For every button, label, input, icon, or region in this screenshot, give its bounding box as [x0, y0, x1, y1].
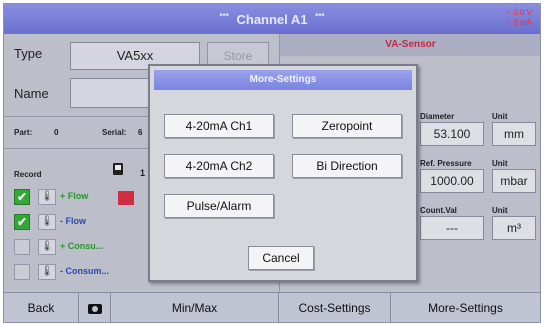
- camera-icon: [87, 304, 102, 314]
- status-voltage: ~ 0.0 V: [506, 8, 532, 17]
- camera-button[interactable]: [79, 293, 111, 322]
- bi-direction-button[interactable]: Bi Direction: [292, 154, 402, 178]
- more-settings-dialog: More-Settings 4-20mA Ch1 Zeropoint 4-20m…: [148, 64, 418, 282]
- back-button[interactable]: Back: [4, 293, 79, 322]
- footer-bar: Back Min/Max Cost-Settings More-Settings: [4, 292, 540, 322]
- title-stars-left: ***: [219, 12, 229, 21]
- cancel-button[interactable]: Cancel: [248, 246, 314, 270]
- cost-settings-button[interactable]: Cost-Settings: [279, 293, 391, 322]
- zeropoint-button[interactable]: Zeropoint: [292, 114, 402, 138]
- channel-title-text: Channel A1: [236, 12, 308, 27]
- dialog-title: More-Settings: [154, 70, 412, 90]
- more-settings-button[interactable]: More-Settings: [391, 293, 540, 322]
- output-status: ~ 0.0 V ~ 0 mA: [506, 8, 532, 28]
- min-max-button[interactable]: Min/Max: [111, 293, 279, 322]
- ch1-4-20ma-button[interactable]: 4-20mA Ch1: [164, 114, 274, 138]
- title-bar: *** Channel A1 *** ~ 0.0 V ~ 0 mA: [4, 4, 540, 34]
- title-stars-right: ***: [315, 12, 325, 21]
- channel-title: *** Channel A1 ***: [4, 12, 540, 27]
- pulse-alarm-button[interactable]: Pulse/Alarm: [164, 194, 274, 218]
- ch2-4-20ma-button[interactable]: 4-20mA Ch2: [164, 154, 274, 178]
- device-screen: *** Channel A1 *** ~ 0.0 V ~ 0 mA Type V…: [3, 3, 541, 323]
- status-current: ~ 0 mA: [506, 18, 532, 27]
